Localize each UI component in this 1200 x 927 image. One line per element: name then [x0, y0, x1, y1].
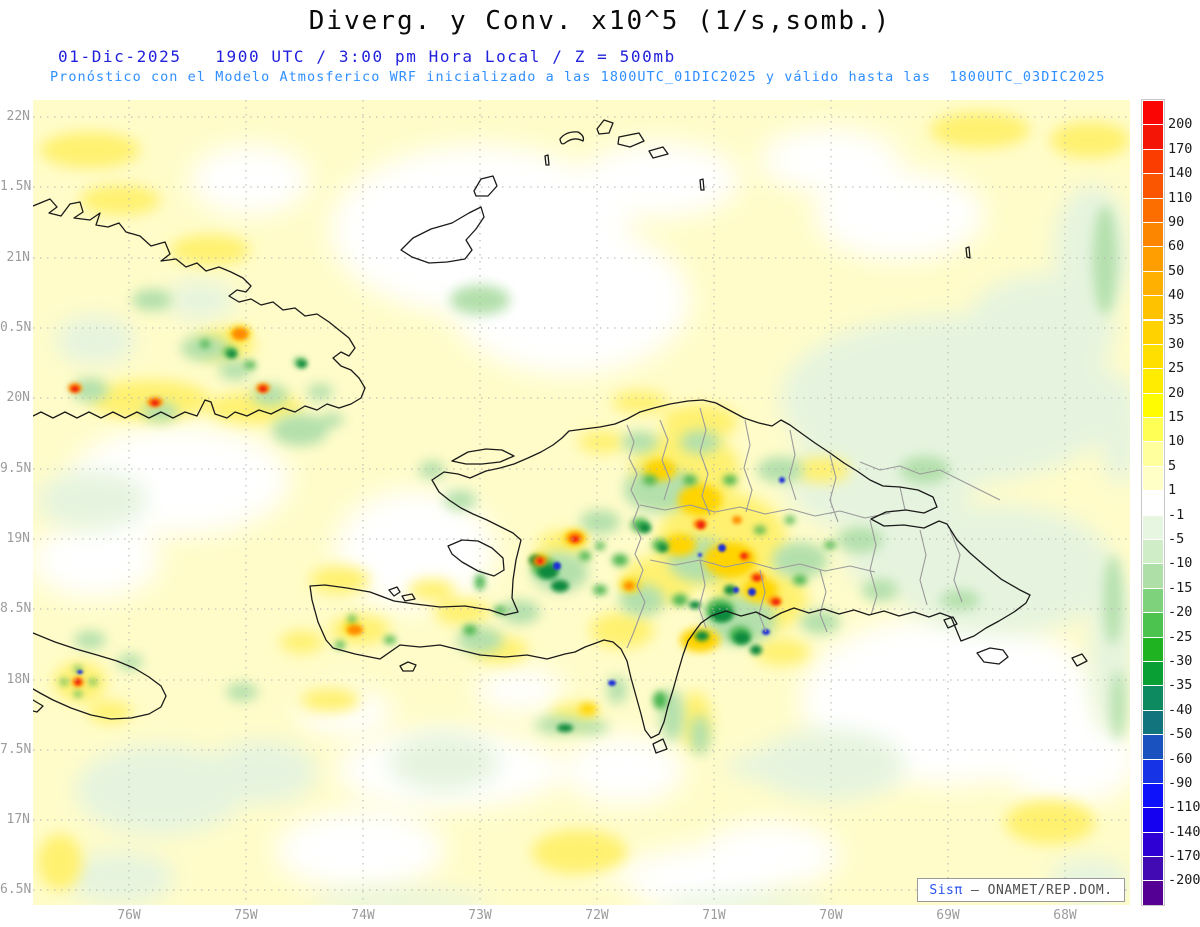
lat-tick-label: 7.5N [0, 742, 32, 757]
lat-tick-label: 20N [6, 390, 30, 405]
colorbar-tick-label: 35 [1168, 311, 1185, 328]
colorbar-tick-label: 90 [1168, 213, 1185, 230]
colorbar-tick-label: -25 [1168, 628, 1193, 645]
colorbar-tick-label: -90 [1168, 774, 1193, 791]
colorbar-tick-label: -10 [1168, 555, 1193, 572]
lon-tick-label: 70W [819, 908, 843, 923]
colorbar-tick-label: 40 [1168, 287, 1185, 304]
lat-tick-label: 19N [6, 531, 30, 546]
watermark-text: – ONAMET/REP.DOM. [962, 882, 1113, 898]
colorbar-tick-label: 200 [1168, 116, 1193, 133]
colorbar-tick-label: 110 [1168, 189, 1193, 206]
lon-tick-label: 71W [702, 908, 726, 923]
watermark: Sisπ – ONAMET/REP.DOM. [917, 878, 1125, 902]
colorbar-tick-label: 170 [1168, 140, 1193, 157]
colorbar-tick-label: -1 [1168, 506, 1185, 523]
colorbar-tick-label: -30 [1168, 652, 1193, 669]
lat-tick-label: 1.5N [0, 179, 32, 194]
colorbar-tick-label: -170 [1168, 848, 1200, 865]
map-canvas [33, 100, 1130, 905]
colorbar-tick-label: 50 [1168, 262, 1185, 279]
colorbar-tick-label: 1 [1168, 482, 1177, 499]
colorbar-tick-label: -50 [1168, 726, 1193, 743]
lat-tick-label: 17N [6, 812, 30, 827]
colorbar-tick-label: -40 [1168, 701, 1193, 718]
colorbar-tick-label: -20 [1168, 604, 1193, 621]
colorbar-tick-label: -5 [1168, 531, 1185, 548]
watermark-brand: Sisπ [929, 882, 963, 898]
lat-tick-label: 6.5N [0, 882, 32, 897]
colorbar-tick-label: -35 [1168, 677, 1193, 694]
colorbar-tick-label: -110 [1168, 799, 1200, 816]
colorbar-tick-label: -200 [1168, 872, 1200, 889]
lat-tick-label: 21N [6, 250, 30, 265]
colorbar-tick-label: -60 [1168, 750, 1193, 767]
colorbar-tick-label: 140 [1168, 165, 1193, 182]
colorbar-tick-label: 60 [1168, 238, 1185, 255]
colorbar-tick-label: -15 [1168, 579, 1193, 596]
lat-tick-label: 22N [6, 109, 30, 124]
lat-tick-label: 9.5N [0, 461, 32, 476]
lon-tick-label: 75W [234, 908, 258, 923]
lon-tick-label: 72W [585, 908, 609, 923]
lat-tick-label: 0.5N [0, 320, 32, 335]
lon-tick-label: 69W [936, 908, 960, 923]
colorbar-tick-label: -140 [1168, 823, 1200, 840]
lat-tick-label: 8.5N [0, 601, 32, 616]
lon-tick-label: 76W [117, 908, 141, 923]
lat-tick-label: 18N [6, 672, 30, 687]
colorbar-tick-label: 15 [1168, 409, 1185, 426]
colorbar-tick-label: 25 [1168, 360, 1185, 377]
colorbar-tick-label: 5 [1168, 457, 1177, 474]
lon-tick-label: 73W [468, 908, 492, 923]
colorbar-tick-label: 10 [1168, 433, 1185, 450]
lon-tick-label: 74W [351, 908, 375, 923]
colorbar-tick-label: 20 [1168, 384, 1185, 401]
forecast-map-page: Diverg. y Conv. x10^5 (1/s,somb.) 01-Dic… [0, 0, 1200, 927]
lon-tick-label: 68W [1053, 908, 1077, 923]
colorbar-frame [1141, 99, 1165, 906]
colorbar-tick-label: 30 [1168, 335, 1185, 352]
